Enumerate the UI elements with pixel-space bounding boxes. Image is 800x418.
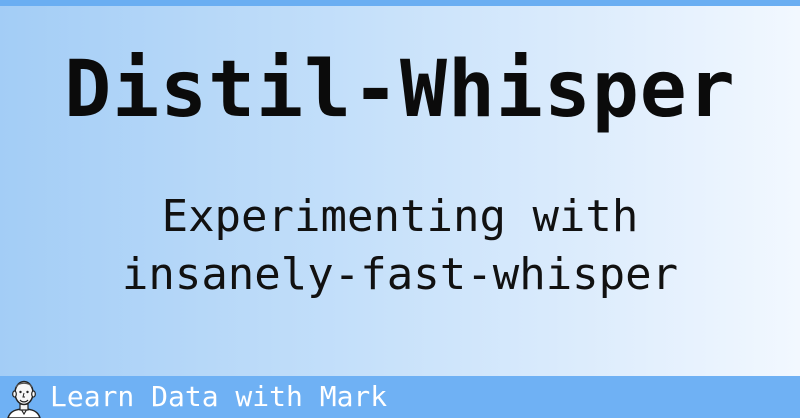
subtitle: Experimenting with insanely-fast-whisper [0,188,800,304]
subtitle-line-1: Experimenting with [161,191,639,242]
person-caricature-icon [4,378,44,418]
footer-brand-text: Learn Data with Mark [50,380,388,413]
page-title: Distil-Whisper [64,45,736,135]
subtitle-line-2: insanely-fast-whisper [121,249,679,300]
